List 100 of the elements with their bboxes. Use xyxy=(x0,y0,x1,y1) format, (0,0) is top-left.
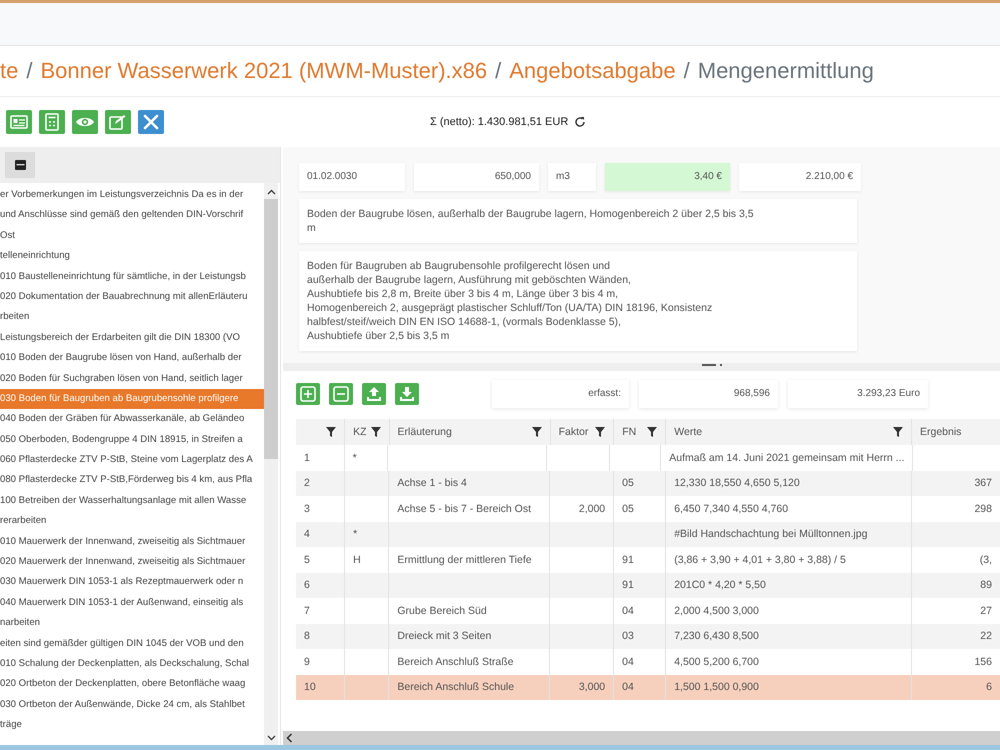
filter-icon[interactable] xyxy=(595,427,606,437)
tree-item[interactable]: Leistungsbereich der Erdarbeiten gilt die DIN 18300 (VO xyxy=(0,328,264,348)
long-text: Boden für Baugruben ab Baugrubensohle profilgerecht lösen und außerhalb der Baugrube lagern, Ausführung mit geböschten Wänden, Aushubtiefe bis 2,8 m, Breite über 3 bis 4 m, Länge über 3 bis 4 m, Homogenbereich 2, ausgeprägt plastischer Schluff/Ton (UA/TA) DIN 18196, Konsistenz halbfest/steif/weich DIN EN ISO 14688-1, (vormals Bodenklasse 5), Aushubtiefe über 2,5 bis 3,5 m xyxy=(299,251,857,351)
column-title: Werte xyxy=(674,426,702,438)
tree-item[interactable]: 080 Pflasterdecke ZTV P-StB,Förderweg bis 4 km, aus Pfla xyxy=(0,470,264,491)
table-cell: 04 xyxy=(622,656,634,668)
tree-item[interactable]: 010 Mauerwerk der Innenwand, zweiseitig als Sichtmauer xyxy=(0,532,264,552)
tree-item[interactable]: 020 Mauerwerk der Innenwand, zweiseitig als Sichtmauer xyxy=(0,552,264,572)
table-cell: 91 xyxy=(622,554,634,566)
tree-item[interactable]: Ost xyxy=(0,226,264,246)
download-icon xyxy=(399,386,415,402)
tree-item[interactable]: 040 Boden der Gräben für Abwasserkanäle, ab Geländeo xyxy=(0,409,264,430)
table-cell: * xyxy=(353,528,358,540)
table-cell: 10 xyxy=(304,681,316,694)
tree-item[interactable]: 100 Betreiben der Wasserhaltungsanlage mit allen Wasse xyxy=(0,490,264,512)
table-cell: 05 xyxy=(622,477,634,490)
tree-item[interactable]: 060 Pflasterdecke ZTV P-StB, Steine vom Lagerplatz des A xyxy=(0,450,264,470)
table-cell: 1 xyxy=(304,452,310,464)
table-row[interactable]: 10 Bereich Anschluß Schule 3,000 04 1,500 1,500 0,900 6 xyxy=(296,674,1000,700)
calc-button[interactable] xyxy=(39,110,65,134)
breadcrumb-current: Mengenermittlung xyxy=(698,58,874,84)
table-row[interactable]: 8 Dreieck mit 3 Seiten 03 7,230 6,430 8,500 22 xyxy=(296,624,1000,649)
tree-item[interactable]: rbeiten xyxy=(0,307,264,328)
chevron-up-icon[interactable] xyxy=(266,189,276,195)
chevron-down-icon[interactable] xyxy=(266,735,276,741)
quantity-field[interactable]: 650,000 xyxy=(414,163,539,191)
filter-icon[interactable] xyxy=(532,427,542,437)
column-title: Ergebnis xyxy=(920,426,962,438)
table-cell: #Bild Handschachtung bei Mülltonnen.jpg xyxy=(674,528,868,540)
eye-icon xyxy=(75,115,95,129)
tree-item[interactable]: träge xyxy=(0,715,264,736)
breadcrumb-separator: / xyxy=(495,58,502,84)
calculator-icon xyxy=(44,113,60,131)
table-cell: 91 xyxy=(622,579,634,592)
table-cell: Grube Bereich Süd xyxy=(397,604,487,617)
remove-row-button[interactable] xyxy=(329,383,353,405)
download-row-button[interactable] xyxy=(395,383,419,405)
scrollbar-thumb[interactable] xyxy=(264,199,278,459)
tree-item[interactable]: eiten sind gemäßder gültigen DIN 1045 der VOB und den xyxy=(0,634,264,654)
tools-button[interactable] xyxy=(138,110,164,134)
tree-item[interactable]: 020 Ortbeton der Deckenplatten, obere Betonfläche waag xyxy=(0,674,264,695)
unit-field[interactable]: m3 xyxy=(548,163,596,191)
tree-item[interactable]: narbeiten xyxy=(0,613,264,634)
table-cell: 5 xyxy=(304,554,310,566)
table-cell: Ermittlung der mittleren Tiefe xyxy=(397,554,532,566)
captured-quantity: 968,596 xyxy=(639,380,778,408)
tree-item[interactable]: rerarbeiten xyxy=(0,511,264,532)
table-cell: 03 xyxy=(622,630,634,642)
filter-icon[interactable] xyxy=(892,427,903,437)
table-row[interactable]: 4 * #Bild Handschachtung bei Mülltonnen.jpg xyxy=(296,522,1000,547)
upload-row-button[interactable] xyxy=(362,383,386,405)
tree-item[interactable]: 050 Oberboden, Bodengruppe 4 DIN 18915, in Streifen a xyxy=(0,430,264,450)
table-cell: 201C0 * 4,20 * 5,50 xyxy=(674,579,766,592)
table-cell: 7 xyxy=(304,604,310,617)
tree-item[interactable]: 010 Baustelleneinrichtung für sämtliche, in der Leistungsb xyxy=(0,266,264,287)
total-price-field[interactable]: 2.210,00 € xyxy=(739,163,861,191)
tree-item[interactable]: 020 Dokumentation der Bauabrechnung mit allenErläuteru xyxy=(0,286,264,308)
table-cell: 2,000 4,500 3,000 xyxy=(674,604,759,617)
column-title: Faktor xyxy=(558,426,588,438)
add-row-button[interactable] xyxy=(296,383,320,405)
tree-item[interactable]: 010 Boden der Baugrube lösen von Hand, außerhalb der xyxy=(0,348,264,369)
tree-item[interactable]: telleneinrichtung xyxy=(0,246,264,267)
tree-item[interactable]: 010 Schalung der Deckenplatten, als Deckschalung, Schal xyxy=(0,654,264,674)
column-header[interactable]: Ergebnis xyxy=(912,419,1000,445)
chevron-left-icon[interactable] xyxy=(286,733,293,743)
drive-button[interactable] xyxy=(5,152,35,178)
splitter-handle-icon[interactable] xyxy=(702,363,722,367)
table-cell: 6 xyxy=(304,579,310,592)
tree-item[interactable]: er Vorbemerkungen im Leistungsverzeichnis Da es in der xyxy=(0,185,264,206)
filter-icon[interactable] xyxy=(326,427,336,437)
table-cell: (3,86 + 3,90 + 4,01 + 3,80 + 3,88) / 5 xyxy=(674,554,846,566)
table-cell: 6 xyxy=(986,681,992,694)
table-cell: 2,000 xyxy=(578,502,606,515)
table-row[interactable]: 6 91 201C0 * 4,20 * 5,50 89 xyxy=(296,572,1000,598)
table-cell: 12,330 18,550 4,650 5,120 xyxy=(674,477,800,490)
edit-button[interactable] xyxy=(105,110,131,134)
eye-button[interactable] xyxy=(72,110,98,134)
table-cell: 3,000 xyxy=(578,681,606,694)
card-button[interactable] xyxy=(6,110,32,134)
table-cell: Dreieck mit 3 Seiten xyxy=(397,630,492,642)
table-cell: 2 xyxy=(304,477,310,490)
table-row[interactable]: 2 Achse 1 - bis 4 05 12,330 18,550 4,650 5,120 367 xyxy=(296,470,1000,496)
filter-icon[interactable] xyxy=(647,427,658,437)
table-cell: Aufmaß am 14. Juni 2021 gemeinsam mit Herrn ... xyxy=(669,452,904,464)
plus-square-icon xyxy=(300,386,316,402)
tree-item[interactable]: 040 Mauerwerk DIN 1053-1 der Außenwand, einseitig als xyxy=(0,592,264,614)
filter-icon[interactable] xyxy=(370,427,381,437)
tree-item[interactable]: und Anschlüsse sind gemäß den geltenden DIN-Vorschrif xyxy=(0,205,264,226)
tree-item[interactable]: 030 Mauerwerk DIN 1053-1 als Rezeptmauerwerk oder n xyxy=(0,572,264,593)
breadcrumb-separator: / xyxy=(684,58,690,84)
table-cell: 27 xyxy=(980,604,992,617)
table-cell: 04 xyxy=(622,604,634,617)
table-cell: 9 xyxy=(304,656,310,668)
unit-price-field[interactable]: 3,40 € xyxy=(605,163,730,191)
tree-item[interactable]: 030 Ortbeton der Außenwände, Dicke 24 cm, als Stahlbet xyxy=(0,694,264,716)
position-number-field[interactable]: 01.02.0030 xyxy=(299,163,405,191)
table-cell: 367 xyxy=(974,477,992,490)
refresh-icon[interactable] xyxy=(574,116,586,128)
tree-item[interactable]: 020 Boden für Suchgraben lösen von Hand, seitlich lager xyxy=(0,368,264,389)
column-title: KZ xyxy=(353,426,367,438)
